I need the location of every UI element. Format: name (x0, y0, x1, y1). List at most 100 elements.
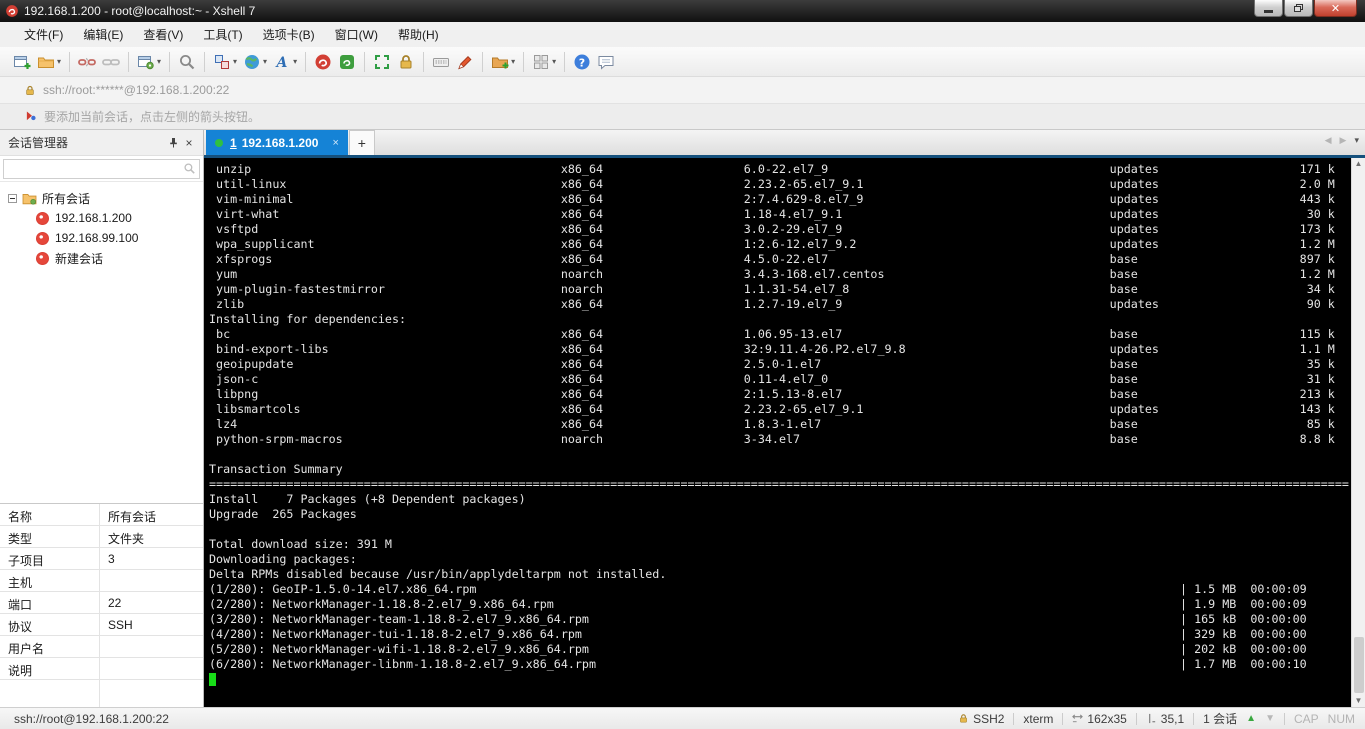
session-item[interactable]: 192.168.1.200 (0, 208, 203, 228)
disconnect-button[interactable] (75, 50, 99, 74)
layout-panes-dropdown[interactable]: ▾ (233, 57, 237, 66)
virtual-keyboard-button[interactable] (429, 50, 453, 74)
toolbar-separator (423, 51, 425, 72)
terminal-line: vim-minimal x86_64 2:7.4.629-8.el7_9 upd… (209, 192, 1335, 206)
fullscreen-button[interactable] (370, 50, 394, 74)
file-transfer-button[interactable] (488, 50, 512, 74)
session-search-input[interactable] (4, 160, 183, 177)
property-value (100, 658, 203, 679)
upload-arrow-icon: ▲ (1246, 713, 1257, 724)
layout-panes-button[interactable] (210, 50, 234, 74)
open-folder-dropdown[interactable]: ▾ (57, 57, 61, 66)
collapse-icon[interactable] (8, 193, 17, 203)
menu-item[interactable]: 帮助(H) (388, 23, 449, 46)
minimize-icon (1264, 9, 1273, 13)
tab-close-button[interactable]: × (332, 137, 338, 149)
terminal-line: Transaction Summary (209, 462, 343, 476)
menu-item[interactable]: 工具(T) (193, 23, 252, 46)
session-manager-title: 会话管理器 (8, 136, 69, 150)
toolbar: ▾ ▾ ▾ ▾ A ▾ ▾ ▾ ? (0, 47, 1365, 77)
tab-192-168-1-200[interactable]: 1 192.168.1.200 × (206, 130, 348, 155)
download-indicator[interactable]: ▼ (1265, 713, 1275, 724)
terminal-line: (1/280): GeoIP-1.5.0-14.el7.x86_64.rpm |… (209, 582, 1307, 596)
tree-root-label: 所有会话 (42, 191, 91, 206)
add-session-arrow-icon[interactable] (24, 110, 37, 123)
menu-item[interactable]: 查看(V) (133, 23, 193, 46)
lock-screen-button[interactable] (394, 50, 418, 74)
find-button[interactable] (175, 50, 199, 74)
xftp-icon (340, 54, 355, 69)
new-session-button[interactable] (10, 50, 34, 74)
help-icon: ? (574, 54, 590, 69)
highlighter-button[interactable] (453, 50, 477, 74)
close-panel-button[interactable]: × (181, 135, 197, 151)
pin-panel-button[interactable] (165, 135, 181, 151)
xshell-icon (315, 54, 331, 69)
new-xshell-session-button[interactable] (311, 50, 335, 74)
terminal-scrollbar[interactable]: ▲ ▼ (1351, 158, 1365, 707)
tab-list-dropdown-icon[interactable]: ▾ (1354, 135, 1359, 146)
session-properties-button[interactable] (134, 50, 158, 74)
session-properties-icon (138, 55, 154, 69)
session-item[interactable]: 192.168.99.100 (0, 228, 203, 248)
help-button[interactable]: ? (570, 50, 594, 74)
session-icon (36, 231, 49, 245)
fullscreen-icon (375, 54, 390, 69)
toolbar-separator (128, 51, 130, 72)
xshell-logo-icon (6, 5, 18, 17)
file-transfer-dropdown[interactable]: ▾ (511, 57, 515, 66)
download-arrow-icon: ▼ (1265, 713, 1275, 724)
new-xftp-session-button[interactable] (335, 50, 359, 74)
resize-icon (1072, 714, 1084, 723)
open-folder-button[interactable] (34, 50, 58, 74)
lock-icon (400, 54, 412, 68)
minimize-button[interactable] (1254, 0, 1283, 17)
terminal-line: (4/280): NetworkManager-tui-1.18.8-2.el7… (209, 627, 1307, 641)
web-browser-dropdown[interactable]: ▾ (263, 57, 267, 66)
upload-indicator[interactable]: ▲ (1246, 713, 1256, 724)
scroll-thumb[interactable] (1353, 637, 1364, 693)
session-item[interactable]: 新建会话 (0, 248, 203, 268)
font-button[interactable]: A (270, 50, 294, 74)
property-row: 端口 22 (0, 592, 203, 614)
tab-scroll-right-icon[interactable]: ▶ (1340, 135, 1347, 146)
close-button[interactable]: ✕ (1314, 0, 1357, 17)
terminal[interactable]: unzip x86_64 6.0-22.el7_9 updates 171 k … (204, 158, 1351, 707)
web-browser-button[interactable] (240, 50, 264, 74)
session-properties-dropdown[interactable]: ▾ (157, 57, 161, 66)
reconnect-button[interactable] (99, 50, 123, 74)
new-tab-button[interactable]: + (348, 130, 375, 155)
address-bar[interactable]: ssh://root:******@192.168.1.200:22 (0, 77, 1365, 104)
tile-windows-dropdown[interactable]: ▾ (552, 57, 556, 66)
menu-item[interactable]: 文件(F) (14, 23, 73, 46)
font-dropdown[interactable]: ▾ (293, 57, 297, 66)
feedback-button[interactable] (594, 50, 618, 74)
open-folder-icon (38, 57, 54, 68)
toolbar-separator (69, 51, 71, 72)
window-title: 192.168.1.200 - root@localhost:~ - Xshel… (24, 4, 256, 18)
tab-scroll-left-icon[interactable]: ◀ (1325, 135, 1332, 146)
tab-nav: ◀ ▶ ▾ (1325, 135, 1359, 146)
property-value (100, 636, 203, 657)
pin-icon (169, 138, 177, 148)
menu-item[interactable]: 窗口(W) (325, 23, 388, 46)
terminal-line: libsmartcols x86_64 2.23.2-65.el7_9.1 up… (209, 402, 1335, 416)
property-value: 文件夹 (108, 532, 145, 546)
scroll-down-icon[interactable]: ▼ (1355, 697, 1363, 705)
menu-item[interactable]: 编辑(E) (73, 23, 133, 46)
scroll-up-icon[interactable]: ▲ (1355, 160, 1363, 168)
status-encryption: SSH2 (958, 712, 1004, 726)
property-row: 用户名 (0, 636, 203, 658)
tile-windows-button[interactable] (529, 50, 553, 74)
property-label: 子项目 (0, 548, 100, 569)
restore-button[interactable] (1284, 0, 1313, 17)
toolbar-separator (204, 51, 206, 72)
menu-item[interactable]: 选项卡(B) (253, 23, 325, 46)
status-num-lock: NUM (1327, 711, 1355, 726)
search-icon[interactable] (183, 162, 196, 175)
tree-root-all-sessions[interactable]: 所有会话 (0, 188, 203, 208)
main-area: 会话管理器 × 所有会话 192.168.1.200 192.168.99.100… (0, 130, 1365, 707)
toolbar-separator (169, 51, 171, 72)
property-value: 所有会话 (108, 510, 157, 524)
